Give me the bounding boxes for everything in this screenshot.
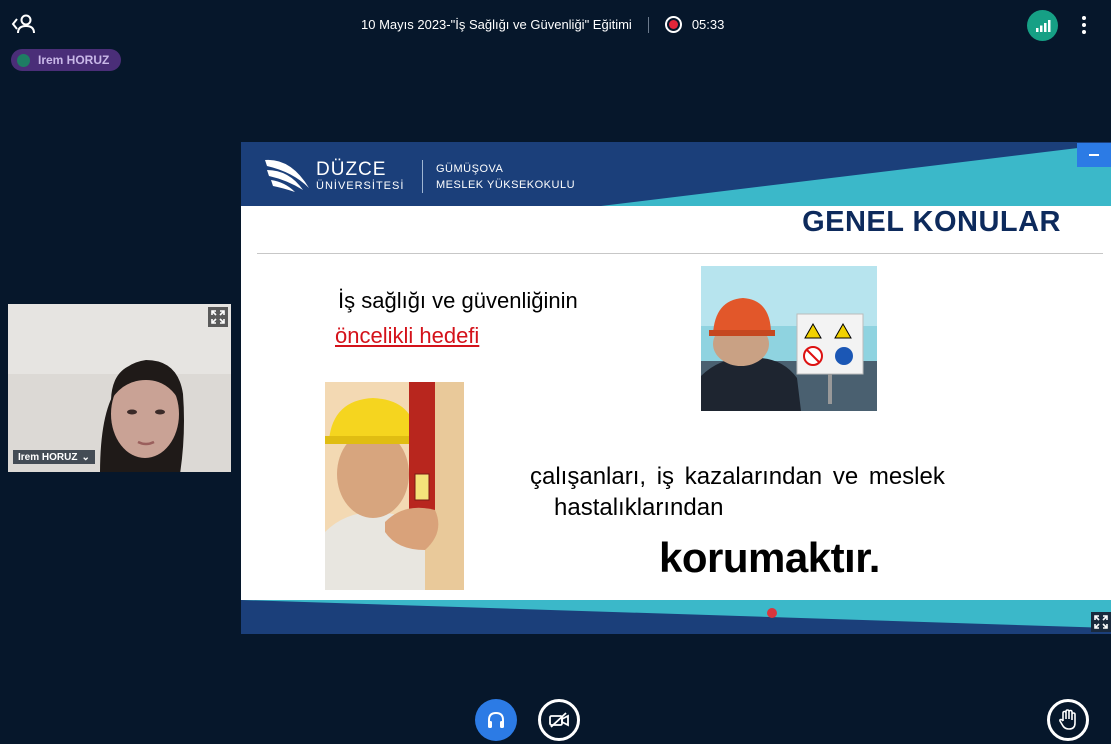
raise-hand-icon[interactable]: [1047, 699, 1089, 741]
headphones-icon[interactable]: [475, 699, 517, 741]
university-logo-icon: [265, 159, 309, 192]
laser-pointer-dot: [767, 608, 777, 618]
webcam-user-name: Irem HORUZ: [18, 451, 78, 463]
presentation-slide: DÜZCE ÜNİVERSİTESİ GÜMÜŞOVA MESLEK YÜKSE…: [241, 142, 1111, 634]
meeting-title-group: 10 Mayıs 2023-"İş Sağlığı ve Güvenliği" …: [361, 16, 724, 33]
university-name: DÜZCE: [316, 159, 387, 180]
slide-text-line1: İş sağlığı ve güvenliğinin: [338, 288, 578, 313]
talking-user-name: Irem HORUZ: [38, 53, 110, 67]
slide-footer-band: [241, 600, 1111, 634]
top-bar: 10 Mayıs 2023-"İş Sağlığı ve Güvenliği" …: [0, 0, 1111, 48]
user-list-icon[interactable]: [11, 13, 37, 35]
recording-time: 05:33: [691, 17, 725, 32]
school-name-line2: MESLEK YÜKSEKOKULU: [436, 179, 576, 191]
webcam-fullscreen-icon[interactable]: [208, 307, 228, 327]
logo-divider: [422, 160, 423, 193]
worker-level-image: [325, 382, 464, 590]
webcam-tile[interactable]: Irem HORUZ ⌄: [8, 304, 231, 472]
talking-indicator[interactable]: Irem HORUZ: [11, 49, 122, 71]
title-divider: [647, 16, 649, 33]
university-subtitle: ÜNİVERSİTESİ: [316, 180, 405, 192]
title-divider-line: [257, 253, 1103, 254]
slide-title: GENEL KONULAR: [802, 206, 1061, 238]
more-vertical-icon[interactable]: [1074, 13, 1094, 37]
safety-signs-image: [701, 266, 877, 411]
slide-text-line3: çalışanları, iş kazalarından ve meslek: [530, 463, 945, 490]
meeting-title: 10 Mayıs 2023-"İş Sağlığı ve Güvenliği" …: [361, 17, 632, 32]
talking-status-dot: [17, 53, 30, 67]
slide-text-highlight: öncelikli hedefi: [335, 323, 480, 348]
slide-text-line4: hastalıklarından: [554, 494, 724, 521]
chevron-down-icon: ⌄: [81, 451, 90, 463]
record-icon[interactable]: [664, 16, 682, 33]
minimize-presentation-button[interactable]: [1077, 143, 1111, 167]
presentation-fullscreen-icon[interactable]: [1091, 612, 1111, 632]
slide-text-emphasis: korumaktır.: [659, 534, 880, 581]
webcam-user-label[interactable]: Irem HORUZ ⌄: [13, 450, 95, 464]
camera-off-icon[interactable]: [538, 699, 580, 741]
school-name-line1: GÜMÜŞOVA: [436, 163, 504, 175]
webcam-video: [8, 304, 231, 472]
connection-status-icon[interactable]: [1027, 10, 1058, 41]
